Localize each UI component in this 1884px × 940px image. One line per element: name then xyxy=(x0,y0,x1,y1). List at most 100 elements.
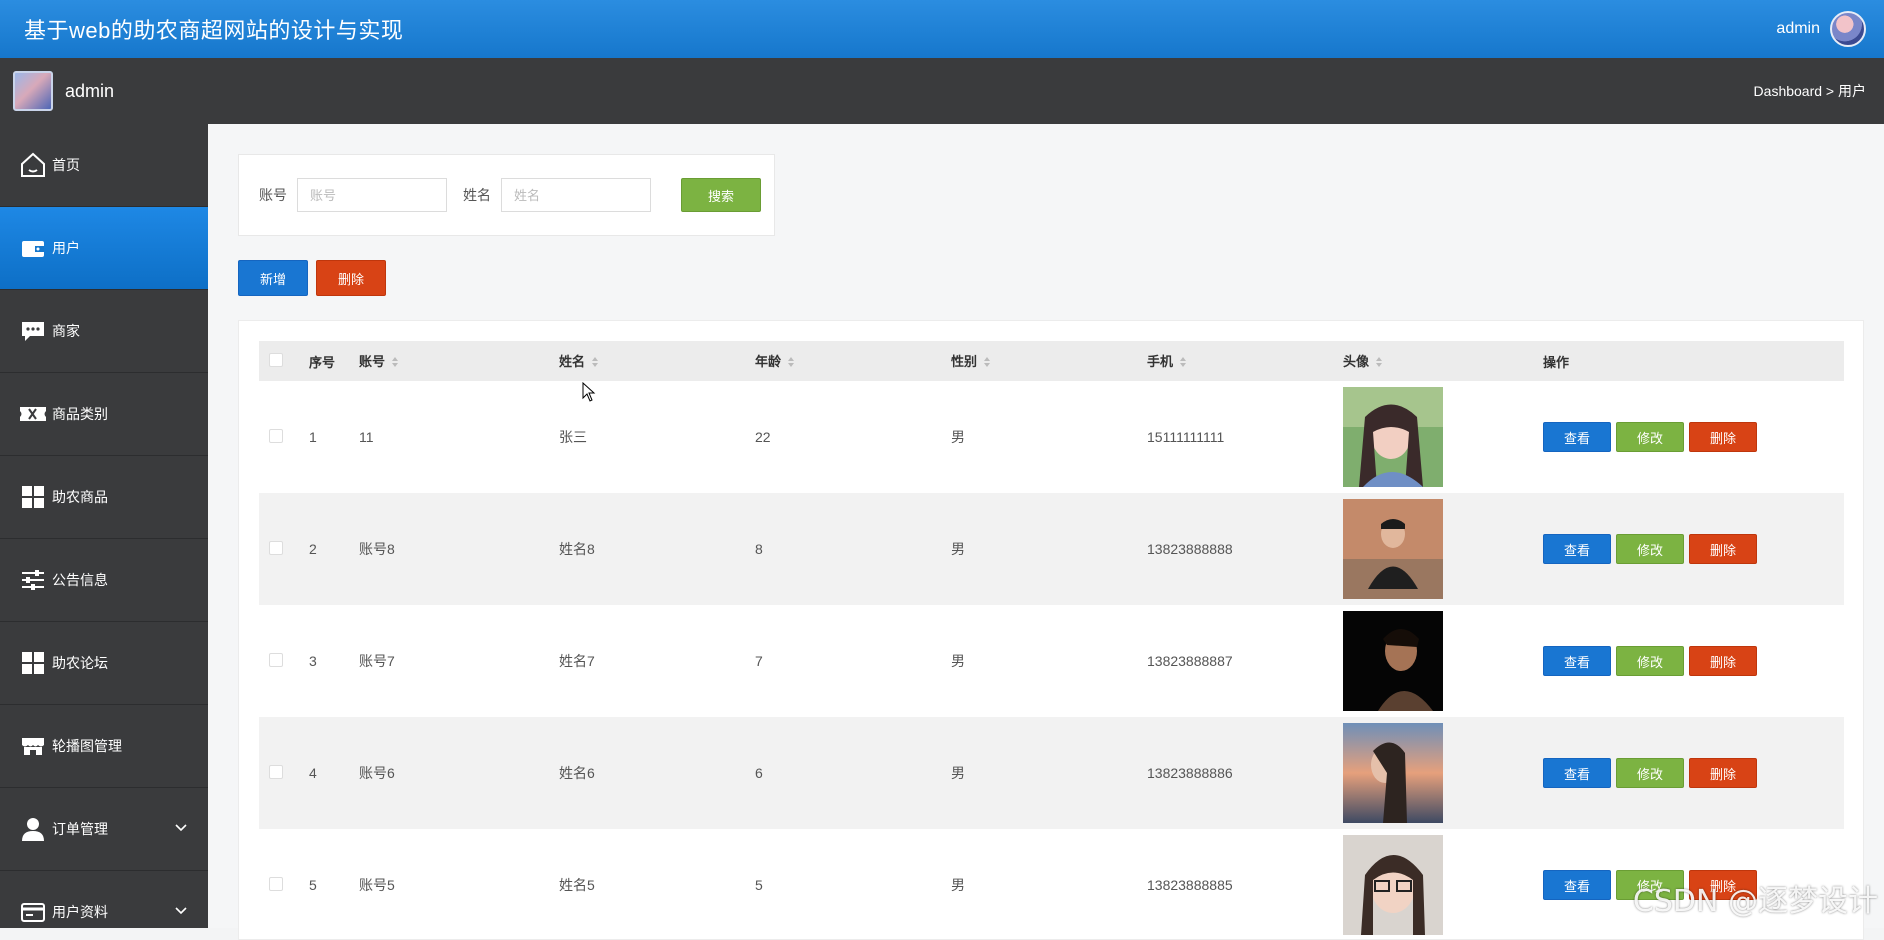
column-header-avatar[interactable]: 头像 xyxy=(1343,341,1543,381)
cell-phone: 13823888885 xyxy=(1147,877,1233,893)
cell-age: 5 xyxy=(755,877,763,893)
column-header-account[interactable]: 账号 xyxy=(359,341,559,381)
account-search-input[interactable] xyxy=(297,178,447,212)
view-button[interactable]: 查看 xyxy=(1543,422,1611,452)
delete-button[interactable]: 删除 xyxy=(1689,534,1757,564)
sidebar-item-carousel[interactable]: 轮播图管理 xyxy=(0,705,208,788)
row-checkbox[interactable] xyxy=(269,428,283,443)
cell-age: 6 xyxy=(755,765,763,781)
sidebar-item-label: 用户 xyxy=(52,240,80,256)
sidebar-item-profile[interactable]: 用户资料 xyxy=(0,871,208,928)
grid-icon xyxy=(18,482,48,512)
view-button[interactable]: 查看 xyxy=(1543,534,1611,564)
sort-icon[interactable] xyxy=(591,356,599,371)
cell-name: 姓名5 xyxy=(559,877,595,893)
sort-icon[interactable] xyxy=(1179,356,1187,371)
cell-gender: 男 xyxy=(951,541,965,557)
cell-account: 账号7 xyxy=(359,653,395,669)
sidebar: 首页 用户 商家 商品类别 助农商品 公告信息 助农论坛 轮播图管理 订单管理 … xyxy=(0,124,208,928)
cell-name: 姓名7 xyxy=(559,653,595,669)
add-button[interactable]: 新增 xyxy=(238,260,308,296)
batch-delete-button[interactable]: 删除 xyxy=(316,260,386,296)
edit-button[interactable]: 修改 xyxy=(1616,646,1684,676)
chevron-down-icon[interactable] xyxy=(174,820,188,836)
edit-button[interactable]: 修改 xyxy=(1616,758,1684,788)
cell-account: 账号5 xyxy=(359,877,395,893)
avatar-thumbnail[interactable] xyxy=(1343,499,1443,599)
cell-phone: 13823888888 xyxy=(1147,541,1233,557)
name-search-input[interactable] xyxy=(501,178,651,212)
avatar-thumbnail[interactable] xyxy=(1343,835,1443,935)
sidebar-item-forum[interactable]: 助农论坛 xyxy=(0,622,208,705)
column-header-age[interactable]: 年龄 xyxy=(755,341,951,381)
sidebar-item-label: 商品类别 xyxy=(52,406,108,422)
delete-button[interactable]: 删除 xyxy=(1689,422,1757,452)
watermark: CSDN @逐梦设计 xyxy=(1632,884,1878,919)
select-all-checkbox[interactable] xyxy=(269,352,283,367)
sort-icon[interactable] xyxy=(983,356,991,371)
sidebar-item-notices[interactable]: 公告信息 xyxy=(0,539,208,622)
sort-icon[interactable] xyxy=(787,356,795,371)
delete-button[interactable]: 删除 xyxy=(1689,758,1757,788)
avatar-thumbnail[interactable] xyxy=(1343,387,1443,487)
view-button[interactable]: 查看 xyxy=(1543,870,1611,900)
cell-gender: 男 xyxy=(951,765,965,781)
cell-index: 4 xyxy=(309,765,317,781)
table-panel: 序号 账号 姓名 年龄 性别 手机 头像 操作 1 11 张三 22 男 151… xyxy=(238,320,1864,940)
sidebar-item-orders[interactable]: 订单管理 xyxy=(0,788,208,871)
sidebar-item-label: 轮播图管理 xyxy=(52,738,122,754)
cell-name: 姓名8 xyxy=(559,541,595,557)
row-checkbox[interactable] xyxy=(269,764,283,779)
row-checkbox[interactable] xyxy=(269,540,283,555)
header-user[interactable]: admin xyxy=(1776,11,1866,47)
main-content: 账号 姓名 搜索 新增 删除 序号 账号 姓名 年龄 性别 手机 xyxy=(208,124,1884,940)
table-row: 5 账号5 姓名5 5 男 13823888885 查看 修改 删除 xyxy=(259,829,1844,939)
search-button[interactable]: 搜索 xyxy=(681,178,761,212)
table-row: 3 账号7 姓名7 7 男 13823888887 查看 修改 删除 xyxy=(259,605,1844,717)
sidebar-item-label: 助农论坛 xyxy=(52,655,108,671)
sidebar-avatar xyxy=(13,71,53,111)
cell-age: 8 xyxy=(755,541,763,557)
cell-phone: 13823888887 xyxy=(1147,653,1233,669)
sidebar-item-categories[interactable]: 商品类别 xyxy=(0,373,208,456)
delete-button[interactable]: 删除 xyxy=(1689,646,1757,676)
sort-icon[interactable] xyxy=(391,356,399,371)
sidebar-item-label: 商家 xyxy=(52,323,80,339)
edit-button[interactable]: 修改 xyxy=(1616,534,1684,564)
sidebar-item-merchants[interactable]: 商家 xyxy=(0,290,208,373)
cell-phone: 13823888886 xyxy=(1147,765,1233,781)
table-header-row: 序号 账号 姓名 年龄 性别 手机 头像 操作 xyxy=(259,341,1844,381)
sidebar-item-products[interactable]: 助农商品 xyxy=(0,456,208,539)
cell-index: 2 xyxy=(309,541,317,557)
view-button[interactable]: 查看 xyxy=(1543,758,1611,788)
sidebar-username: admin xyxy=(65,80,115,101)
view-button[interactable]: 查看 xyxy=(1543,646,1611,676)
app-title: 基于web的助农商超网站的设计与实现 xyxy=(24,18,404,43)
column-header-phone[interactable]: 手机 xyxy=(1147,341,1343,381)
sidebar-item-home[interactable]: 首页 xyxy=(0,124,208,207)
avatar-thumbnail[interactable] xyxy=(1343,723,1443,823)
edit-button[interactable]: 修改 xyxy=(1616,422,1684,452)
chevron-down-icon[interactable] xyxy=(174,903,188,919)
row-checkbox[interactable] xyxy=(269,876,283,891)
top-header: 基于web的助农商超网站的设计与实现 admin xyxy=(0,0,1884,58)
header-avatar[interactable] xyxy=(1830,11,1866,47)
header-username[interactable]: admin xyxy=(1776,20,1820,38)
table-row: 4 账号6 姓名6 6 男 13823888886 查看 修改 删除 xyxy=(259,717,1844,829)
avatar-thumbnail[interactable] xyxy=(1343,611,1443,711)
sort-icon[interactable] xyxy=(1375,356,1383,371)
column-header-index: 序号 xyxy=(309,354,336,370)
cell-index: 5 xyxy=(309,877,317,893)
sidebar-item-label: 首页 xyxy=(52,157,80,173)
cell-index: 1 xyxy=(309,429,317,445)
cell-name: 姓名6 xyxy=(559,765,595,781)
account-label: 账号 xyxy=(259,187,287,203)
search-panel: 账号 姓名 搜索 xyxy=(238,154,775,236)
sidebar-item-users[interactable]: 用户 xyxy=(0,207,208,290)
column-header-gender[interactable]: 性别 xyxy=(951,341,1147,381)
column-header-actions: 操作 xyxy=(1543,354,1570,370)
row-checkbox[interactable] xyxy=(269,652,283,667)
mouse-cursor-icon xyxy=(582,382,596,402)
column-header-name[interactable]: 姓名 xyxy=(559,341,755,381)
sliders-icon xyxy=(18,565,48,595)
